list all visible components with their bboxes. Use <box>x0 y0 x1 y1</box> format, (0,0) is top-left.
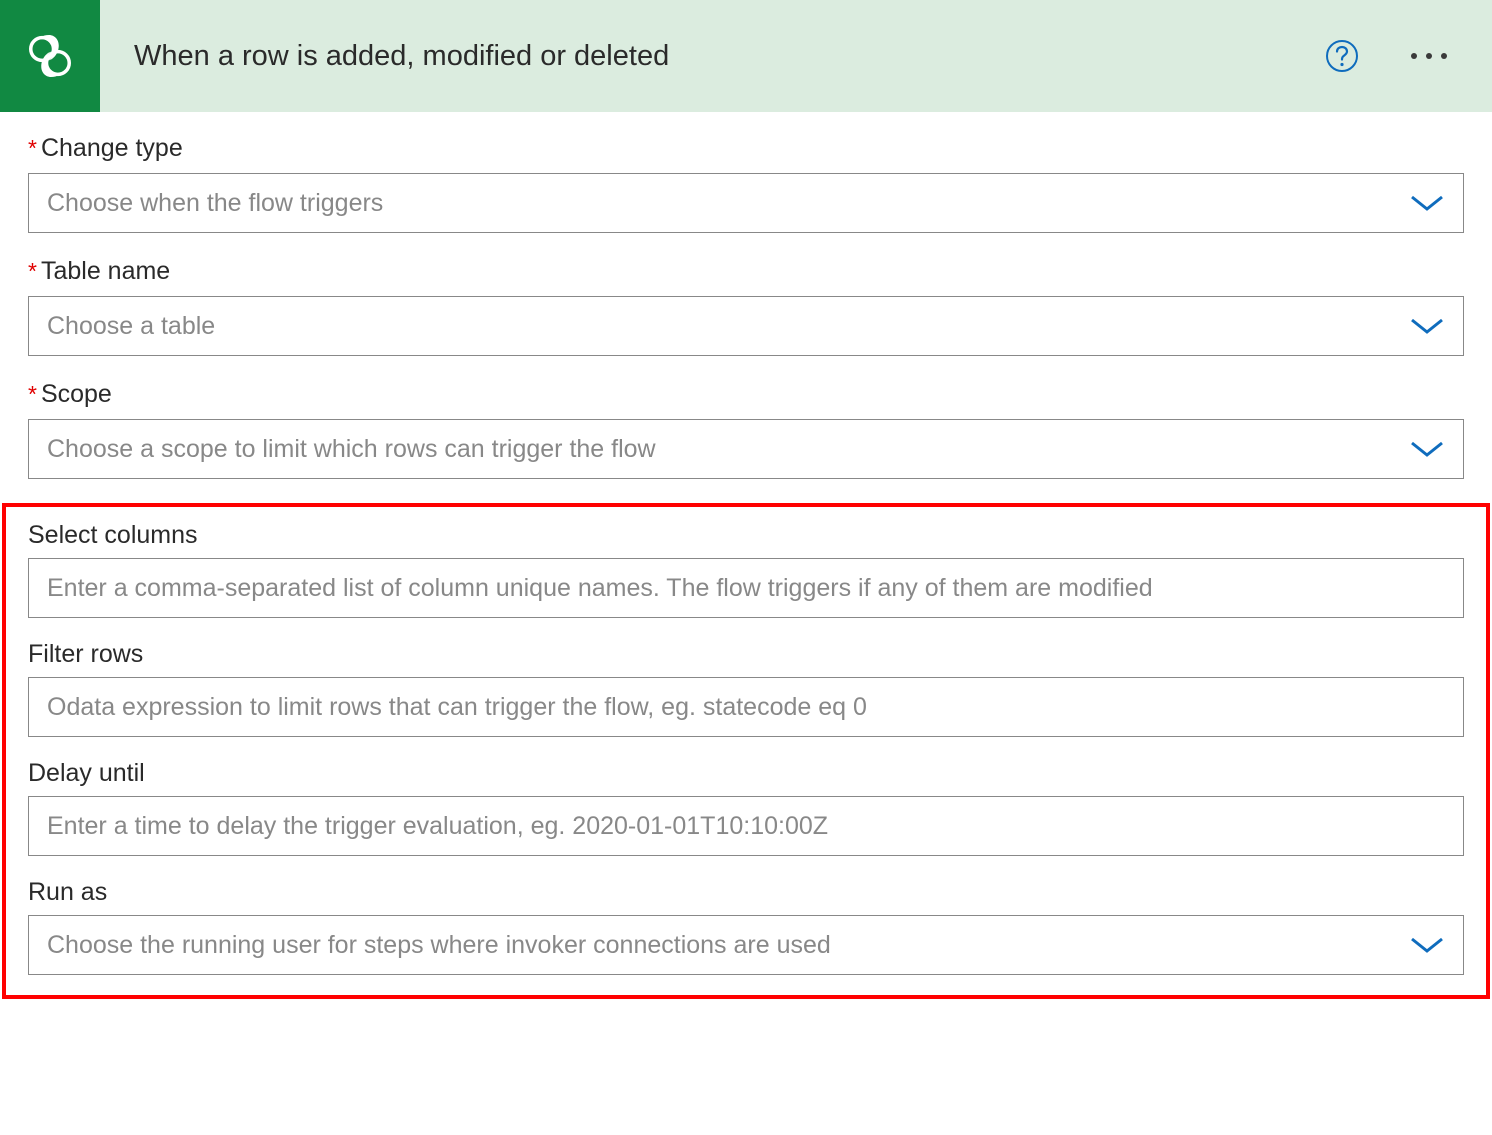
delay-until-label-text: Delay until <box>28 759 145 788</box>
delay-until-placeholder: Enter a time to delay the trigger evalua… <box>47 812 1445 841</box>
dataverse-icon <box>22 28 78 84</box>
filter-rows-label-text: Filter rows <box>28 640 143 669</box>
delay-until-input[interactable]: Enter a time to delay the trigger evalua… <box>28 796 1464 856</box>
scope-label-text: Scope <box>41 380 112 409</box>
more-icon <box>1411 53 1447 59</box>
field-filter-rows: Filter rows Odata expression to limit ro… <box>28 640 1464 737</box>
run-as-placeholder: Choose the running user for steps where … <box>47 931 1409 960</box>
more-options-button[interactable] <box>1404 38 1454 74</box>
required-asterisk: * <box>28 258 37 285</box>
run-as-select[interactable]: Choose the running user for steps where … <box>28 915 1464 975</box>
field-select-columns: Select columns Enter a comma-separated l… <box>28 521 1464 618</box>
field-table-name: * Table name Choose a table <box>28 257 1464 356</box>
required-asterisk: * <box>28 381 37 408</box>
run-as-label-text: Run as <box>28 878 107 907</box>
run-as-label: Run as <box>28 878 1464 907</box>
dataverse-icon-box <box>0 0 100 112</box>
chevron-down-icon <box>1409 935 1445 955</box>
select-columns-placeholder: Enter a comma-separated list of column u… <box>47 574 1445 603</box>
change-type-label-text: Change type <box>41 134 183 163</box>
delay-until-label: Delay until <box>28 759 1464 788</box>
chevron-down-icon <box>1409 316 1445 336</box>
table-name-select[interactable]: Choose a table <box>28 296 1464 356</box>
advanced-options-highlight: Select columns Enter a comma-separated l… <box>2 503 1490 999</box>
select-columns-label: Select columns <box>28 521 1464 550</box>
trigger-header: When a row is added, modified or deleted <box>0 0 1492 112</box>
trigger-form: * Change type Choose when the flow trigg… <box>0 112 1492 479</box>
select-columns-input[interactable]: Enter a comma-separated list of column u… <box>28 558 1464 618</box>
table-name-label: * Table name <box>28 257 1464 286</box>
field-change-type: * Change type Choose when the flow trigg… <box>28 134 1464 233</box>
scope-label: * Scope <box>28 380 1464 409</box>
filter-rows-placeholder: Odata expression to limit rows that can … <box>47 693 1445 722</box>
chevron-down-icon <box>1409 439 1445 459</box>
chevron-down-icon <box>1409 193 1445 213</box>
table-name-label-text: Table name <box>41 257 170 286</box>
change-type-placeholder: Choose when the flow triggers <box>47 189 1409 218</box>
scope-placeholder: Choose a scope to limit which rows can t… <box>47 435 1409 464</box>
required-asterisk: * <box>28 135 37 162</box>
change-type-select[interactable]: Choose when the flow triggers <box>28 173 1464 233</box>
field-scope: * Scope Choose a scope to limit which ro… <box>28 380 1464 479</box>
help-button[interactable] <box>1324 38 1360 74</box>
select-columns-label-text: Select columns <box>28 521 198 550</box>
help-icon <box>1325 39 1359 73</box>
change-type-label: * Change type <box>28 134 1464 163</box>
field-run-as: Run as Choose the running user for steps… <box>28 878 1464 975</box>
trigger-title: When a row is added, modified or deleted <box>134 40 1324 73</box>
field-delay-until: Delay until Enter a time to delay the tr… <box>28 759 1464 856</box>
filter-rows-label: Filter rows <box>28 640 1464 669</box>
filter-rows-input[interactable]: Odata expression to limit rows that can … <box>28 677 1464 737</box>
scope-select[interactable]: Choose a scope to limit which rows can t… <box>28 419 1464 479</box>
table-name-placeholder: Choose a table <box>47 312 1409 341</box>
